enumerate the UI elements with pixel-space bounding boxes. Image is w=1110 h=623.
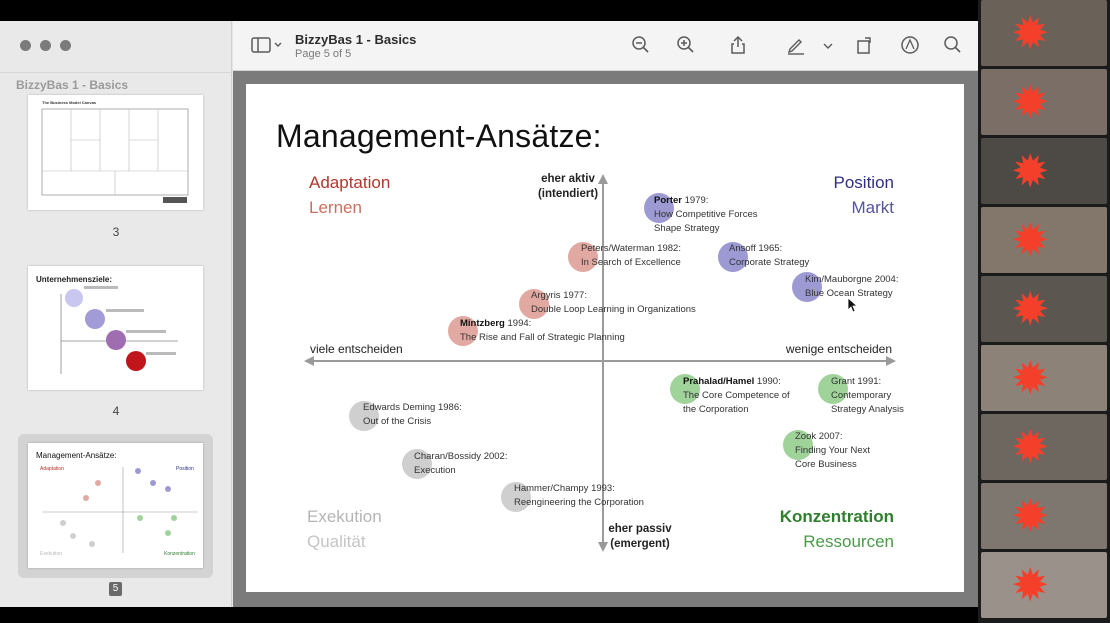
mouse-cursor-icon (847, 297, 859, 313)
toolbar: BizzyBas 1 - Basics Page 5 of 5 (233, 21, 978, 71)
slide-page: Management-Ansätze: Adaptation Lernen Po… (246, 84, 964, 592)
canvas-thumbnail-graphic (41, 108, 189, 203)
axis-right-label: wenige entscheiden (785, 342, 892, 356)
minimize-window-button[interactable] (40, 40, 51, 51)
chevron-down-icon[interactable] (821, 35, 835, 55)
participant-tile[interactable]: ✹ (981, 0, 1107, 66)
annotate-icon[interactable] (900, 35, 920, 55)
divider (0, 72, 232, 73)
participant-tile[interactable]: ✹ (981, 552, 1107, 618)
share-icon[interactable] (728, 35, 748, 55)
rotate-icon[interactable] (855, 35, 875, 55)
entry-zook: Zook 2007: Finding Your Next Core Business (795, 431, 870, 470)
document-view[interactable]: Management-Ansätze: Adaptation Lernen Po… (233, 71, 978, 607)
axis-top-label: eher aktiv (intendiert) (537, 173, 599, 200)
participant-tile[interactable]: ✹ (981, 138, 1107, 204)
top-black-bar (0, 0, 978, 21)
page-number-label: 3 (112, 225, 120, 239)
management-thumbnail-graphic: Adaptation Position Exekution Konzentrat… (40, 466, 198, 557)
axis-left-label: viele entscheiden (310, 342, 403, 356)
explosion-icon: ✹ (1011, 490, 1050, 542)
entry-hammer-champy: Hammer/Champy 1993: Reengineering the Cor… (514, 483, 644, 508)
participant-tile[interactable]: ✹ (981, 345, 1107, 411)
participant-tile[interactable]: ✹ (981, 69, 1107, 135)
page-info: Page 5 of 5 (295, 48, 352, 60)
explosion-icon: ✹ (1011, 7, 1050, 59)
page-number-badge: 5 (109, 582, 122, 596)
goals-thumbnail-graphic (60, 286, 178, 374)
participant-tile[interactable]: ✹ (981, 414, 1107, 480)
page-thumbnail-4[interactable]: Unternehmensziele: (28, 266, 203, 390)
sidebar-toggle-icon[interactable] (251, 35, 285, 55)
close-window-button[interactable] (20, 40, 31, 51)
document-title: BizzyBas 1 - Basics (295, 32, 417, 47)
window-controls (20, 40, 71, 51)
participant-tile[interactable]: ✹ (981, 483, 1107, 549)
participant-tile[interactable]: ✹ (981, 276, 1107, 342)
entry-mintzberg: Mintzberg 1994: The Rise and Fall of Stra… (460, 318, 625, 343)
svg-text:Adaptation: Adaptation (40, 466, 64, 472)
explosion-icon: ✹ (1011, 352, 1050, 404)
explosion-icon: ✹ (1011, 421, 1050, 473)
participant-tile[interactable]: ✹ (981, 207, 1107, 273)
entry-prahalad-hamel: Prahalad/Hamel 1990: The Core Competence … (683, 376, 790, 415)
svg-text:Position: Position (176, 466, 194, 472)
explosion-icon: ✹ (1011, 76, 1050, 128)
explosion-icon: ✹ (1011, 559, 1050, 611)
entry-porter: Porter 1979: How Competitive Forces Shape … (654, 195, 758, 234)
bottom-black-bar (0, 607, 978, 623)
entry-argyris: Argyris 1977: Double Loop Learning in Org… (531, 290, 696, 315)
page-thumbnail-5[interactable]: Management-Ansätze: Adaptation Position … (28, 443, 203, 568)
entry-charan-bossidy: Charan/Bossidy 2002: Execution (414, 451, 508, 476)
explosion-icon: ✹ (1011, 283, 1050, 335)
svg-text:Exekution: Exekution (40, 551, 62, 557)
entry-peters-waterman: Peters/Waterman 1982: In Search of Excell… (581, 243, 681, 268)
axis-bottom-label: eher passiv (emergent) (608, 523, 672, 550)
markup-pen-icon[interactable] (786, 35, 806, 55)
zoom-in-icon[interactable] (676, 35, 696, 55)
explosion-icon: ✹ (1011, 145, 1050, 197)
page-thumbnail-3[interactable]: The Business Model Canvas (28, 95, 203, 210)
zoom-out-icon[interactable] (631, 35, 651, 55)
svg-text:Konzentration: Konzentration (164, 551, 195, 557)
entry-grant: Grant 1991: Contemporary Strategy Analysis (831, 376, 904, 415)
search-icon[interactable] (943, 35, 963, 55)
video-participants-strip: ✹ ✹ ✹ ✹ ✹ ✹ ✹ ✹ ✹ (978, 0, 1110, 623)
zoom-window-button[interactable] (60, 40, 71, 51)
preview-window: BizzyBas 1 - Basics The Business Model C… (0, 21, 978, 607)
sidebar-title: BizzyBas 1 - Basics (16, 78, 129, 92)
explosion-icon: ✹ (1011, 214, 1050, 266)
entry-deming: Edwards Deming 1986: Out of the Crisis (363, 402, 462, 427)
thumbnail-sidebar: BizzyBas 1 - Basics The Business Model C… (0, 21, 232, 607)
entry-ansoff: Ansoff 1965: Corporate Strategy (729, 243, 810, 268)
page-number-label: 4 (112, 404, 120, 418)
